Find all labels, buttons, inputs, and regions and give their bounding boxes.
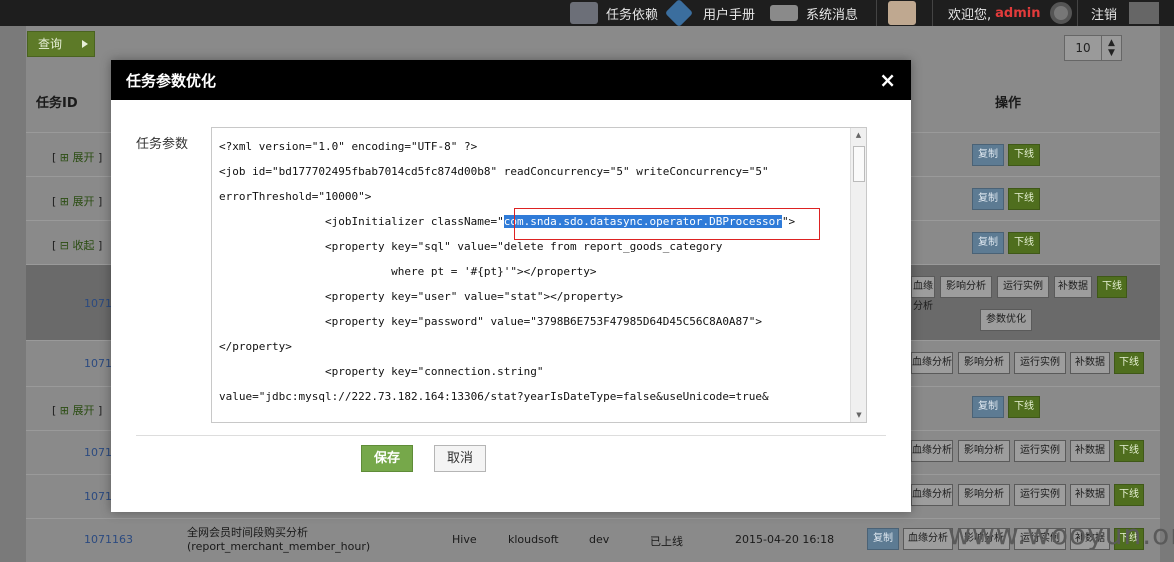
- copy-button[interactable]: 复制: [972, 396, 1004, 418]
- query-button[interactable]: 查询: [27, 31, 95, 57]
- task-params-textarea[interactable]: <?xml version="1.0" encoding="UTF-8" ?> …: [211, 127, 867, 423]
- logout-icon: [1129, 2, 1160, 24]
- nav-system-messages[interactable]: 系统消息: [770, 0, 858, 26]
- gear-icon[interactable]: [1050, 2, 1073, 24]
- stepper-arrows-icon[interactable]: ▲ ▼: [1101, 36, 1121, 60]
- impact-analysis-button[interactable]: 影响分析: [958, 352, 1010, 374]
- lineage-button[interactable]: 血缘分析: [911, 352, 953, 374]
- task-time: 2015-04-20 16:18: [735, 533, 835, 546]
- username[interactable]: admin: [995, 6, 1040, 21]
- nav-task-dependency[interactable]: 任务依赖: [570, 0, 658, 26]
- column-header-operations: 操作: [995, 96, 1022, 111]
- code-line: </property>: [219, 340, 292, 353]
- user-manual-icon: [664, 0, 694, 28]
- vertical-scrollbar[interactable]: ▲ ▼: [850, 128, 866, 422]
- offline-button[interactable]: 下线: [1114, 352, 1144, 374]
- lineage-button[interactable]: 血缘分析: [903, 528, 953, 550]
- code-line: <property key="sql" value="delete from r…: [219, 240, 723, 253]
- task-name-sub: (report_merchant_member_hour): [187, 540, 371, 553]
- task-owner: kloudsoft: [508, 533, 559, 546]
- watermark: www.wooyun.org: [948, 518, 1174, 551]
- expand-toggle[interactable]: [ ⊞ 展开 ]: [52, 402, 102, 418]
- lineage-button[interactable]: 血缘分析: [911, 484, 953, 506]
- dialog-title: 任务参数优化: [126, 71, 217, 90]
- code-line: where pt = '#{pt}'"></property>: [219, 265, 597, 278]
- logout-button[interactable]: 注销: [1091, 0, 1160, 26]
- avatar: [888, 1, 916, 25]
- code-line: value="jdbc:mysql://222.73.182.164:13306…: [219, 390, 769, 403]
- run-instance-button[interactable]: 运行实例: [997, 276, 1049, 298]
- backfill-button[interactable]: 补数据: [1070, 484, 1110, 506]
- play-icon: [82, 40, 88, 48]
- lineage-button[interactable]: 血缘分析: [911, 440, 953, 462]
- task-params-label: 任务参数: [136, 137, 189, 152]
- copy-button[interactable]: 复制: [867, 528, 899, 550]
- param-optimize-dialog: 任务参数优化 × 任务参数 <?xml version="1.0" encodi…: [111, 60, 911, 512]
- backfill-button[interactable]: 补数据: [1070, 440, 1110, 462]
- copy-button[interactable]: 复制: [972, 144, 1004, 166]
- run-instance-button[interactable]: 运行实例: [1014, 484, 1066, 506]
- offline-button[interactable]: 下线: [1097, 276, 1127, 298]
- offline-button[interactable]: 下线: [1008, 188, 1040, 210]
- collapse-toggle[interactable]: [ ⊟ 收起 ]: [52, 237, 102, 253]
- top-bar: 任务依赖 用户手册 系统消息 欢迎您, admin 注销: [0, 0, 1174, 28]
- code-content: <?xml version="1.0" encoding="UTF-8" ?> …: [219, 134, 851, 409]
- impact-analysis-button[interactable]: 影响分析: [958, 484, 1010, 506]
- param-optimize-button[interactable]: 参数优化: [980, 309, 1032, 331]
- save-button[interactable]: 保存: [361, 445, 413, 472]
- scrollbar-thumb[interactable]: [853, 146, 865, 182]
- copy-button[interactable]: 复制: [972, 232, 1004, 254]
- code-line: errorThreshold="10000">: [219, 190, 372, 203]
- run-instance-button[interactable]: 运行实例: [1014, 440, 1066, 462]
- task-status: 已上线: [650, 535, 683, 548]
- offline-button[interactable]: 下线: [1008, 144, 1040, 166]
- task-name: 全网会员时间段购买分析: [187, 526, 308, 539]
- close-icon[interactable]: ×: [879, 68, 896, 92]
- impact-analysis-button[interactable]: 影响分析: [940, 276, 992, 298]
- selected-classname: com.snda.sdo.datasync.operator.DBProcess…: [503, 215, 782, 228]
- code-line: <?xml version="1.0" encoding="UTF-8" ?>: [219, 140, 478, 153]
- code-line-highlighted: <jobInitializer className="com.snda.sdo.…: [219, 215, 796, 228]
- welcome-text: 欢迎您, admin: [948, 0, 1073, 26]
- cancel-button[interactable]: 取消: [434, 445, 486, 472]
- impact-analysis-button[interactable]: 影响分析: [958, 440, 1010, 462]
- run-instance-button[interactable]: 运行实例: [1014, 352, 1066, 374]
- user-avatar[interactable]: [888, 0, 924, 26]
- offline-button[interactable]: 下线: [1008, 396, 1040, 418]
- nav-user-manual[interactable]: 用户手册: [664, 0, 755, 28]
- offline-button[interactable]: 下线: [1114, 484, 1144, 506]
- backfill-button[interactable]: 补数据: [1054, 276, 1092, 298]
- code-line: <property key="password" value="3798B6E7…: [219, 315, 763, 328]
- dialog-divider: [136, 435, 886, 436]
- lineage-button[interactable]: 血缘分析: [911, 276, 935, 312]
- scroll-down-icon[interactable]: ▼: [851, 408, 866, 422]
- page-size-select[interactable]: 10 ▲ ▼: [1064, 35, 1122, 61]
- backfill-button[interactable]: 补数据: [1070, 352, 1110, 374]
- expand-toggle[interactable]: [ ⊞ 展开 ]: [52, 193, 102, 209]
- envelope-icon: [770, 5, 798, 21]
- code-line: <property key="user" value="stat"></prop…: [219, 290, 623, 303]
- task-env: dev: [589, 533, 610, 546]
- task-id-link[interactable]: 1071163: [84, 533, 133, 546]
- code-line: <job id="bd177702495fbab7014cd5fc874d00b…: [219, 165, 769, 178]
- code-line: <property key="connection.string": [219, 365, 544, 378]
- column-header-task-id: 任务ID: [36, 96, 78, 111]
- offline-button[interactable]: 下线: [1008, 232, 1040, 254]
- task-type: Hive: [452, 533, 477, 546]
- offline-button[interactable]: 下线: [1114, 440, 1144, 462]
- scroll-up-icon[interactable]: ▲: [851, 128, 866, 142]
- dialog-header: 任务参数优化 ×: [111, 60, 911, 100]
- task-dependency-icon: [570, 2, 598, 24]
- expand-toggle[interactable]: [ ⊞ 展开 ]: [52, 149, 102, 165]
- copy-button[interactable]: 复制: [972, 188, 1004, 210]
